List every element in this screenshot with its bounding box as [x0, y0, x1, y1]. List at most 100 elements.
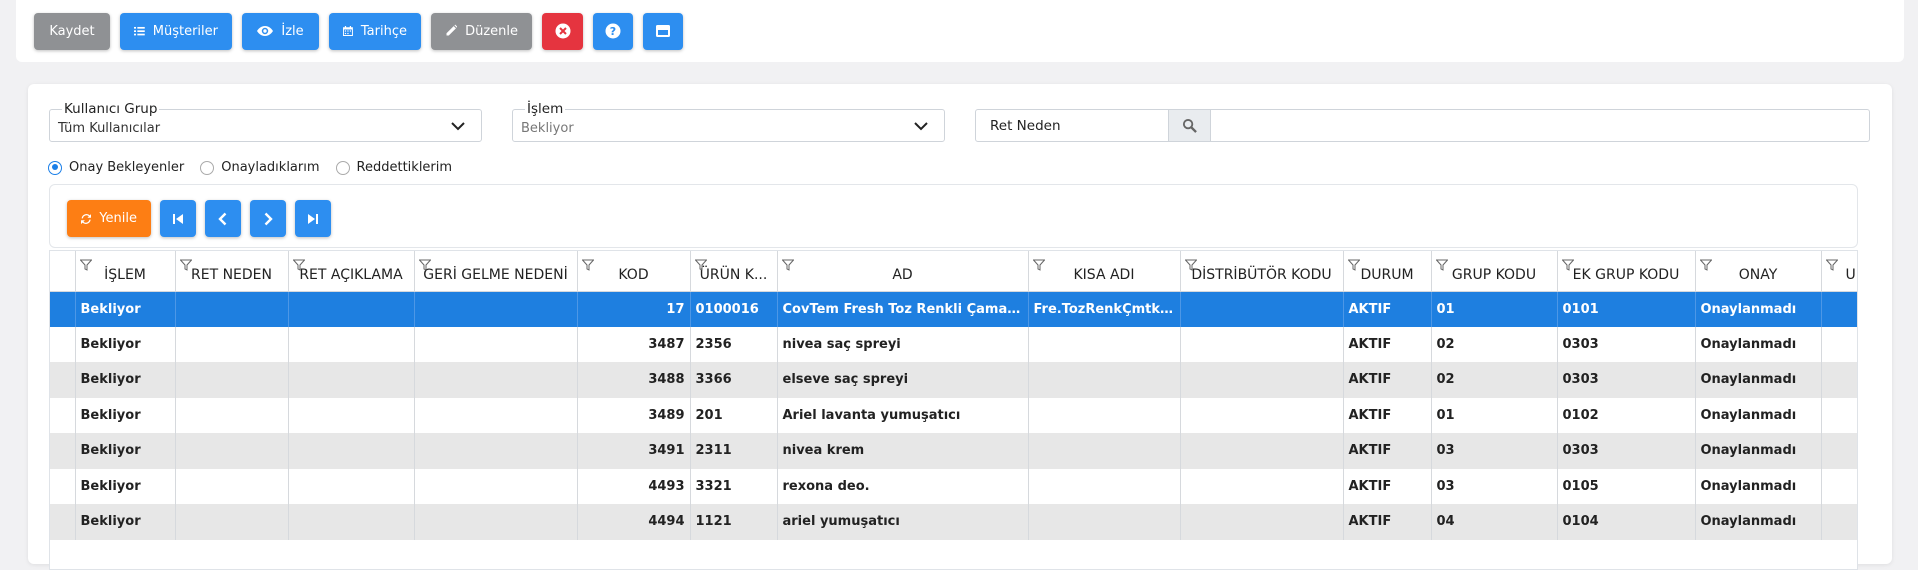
table-cell[interactable] — [1821, 433, 1857, 469]
table-cell[interactable]: 0303 — [1557, 362, 1696, 398]
table-cell[interactable]: 201 — [690, 397, 778, 433]
row-indicator[interactable] — [50, 326, 76, 362]
table-cell[interactable]: AKTIF — [1343, 397, 1432, 433]
table-cell[interactable] — [288, 433, 415, 469]
table-cell[interactable] — [1180, 468, 1344, 504]
table-cell[interactable]: AKTIF — [1343, 291, 1432, 327]
history-button[interactable]: Tarihçe — [329, 12, 421, 50]
table-cell[interactable]: 01 — [1431, 397, 1558, 433]
table-cell[interactable]: 02 — [1431, 326, 1558, 362]
table-row[interactable]: Bekliyor 4494 1121 ariel yumuşatıcı AKTIF 04 0… — [50, 504, 1857, 540]
table-cell[interactable] — [1028, 362, 1181, 398]
column-header[interactable]: RET AÇIKLAMA — [288, 251, 415, 292]
table-cell[interactable]: Onaylanmadı — [1695, 468, 1822, 504]
table-cell[interactable]: AKTIF — [1343, 326, 1432, 362]
table-cell[interactable] — [1180, 433, 1344, 469]
table-cell[interactable]: Bekliyor — [75, 362, 176, 398]
column-header[interactable]: EK GRUP KODU — [1557, 251, 1696, 292]
row-indicator[interactable] — [50, 397, 76, 433]
table-cell[interactable]: 0100016 — [690, 291, 778, 327]
table-cell[interactable] — [1180, 326, 1344, 362]
table-cell[interactable]: Onaylanmadı — [1695, 433, 1822, 469]
next-page-button[interactable] — [250, 200, 286, 237]
table-row[interactable]: Bekliyor 3489 201 Ariel lavanta yumuşatıcı A… — [50, 397, 1857, 433]
table-cell[interactable] — [1821, 362, 1857, 398]
table-cell[interactable]: Bekliyor — [75, 397, 176, 433]
table-cell[interactable]: 0102 — [1557, 397, 1696, 433]
table-cell[interactable] — [1028, 468, 1181, 504]
previous-page-button[interactable] — [205, 200, 241, 237]
row-indicator[interactable] — [50, 362, 76, 398]
customers-button[interactable]: Müşteriler — [120, 12, 232, 50]
column-header[interactable]: ÜRÜN K... — [690, 251, 778, 292]
help-button[interactable]: ? — [593, 12, 633, 50]
filter-icon[interactable] — [418, 259, 431, 271]
table-cell[interactable] — [1180, 362, 1344, 398]
table-cell[interactable]: Ariel lavanta yumuşatıcı — [777, 397, 1029, 433]
table-row[interactable]: Bekliyor 3487 2356 nivea saç spreyi AKTIF 02 0… — [50, 326, 1857, 362]
row-indicator[interactable] — [50, 433, 76, 469]
table-cell[interactable]: Onaylanmadı — [1695, 362, 1822, 398]
table-cell[interactable] — [1028, 326, 1181, 362]
filter-icon[interactable] — [1032, 259, 1045, 271]
table-cell[interactable]: AKTIF — [1343, 362, 1432, 398]
window-button[interactable] — [643, 12, 683, 50]
table-cell[interactable] — [175, 362, 289, 398]
table-cell[interactable]: 04 — [1431, 504, 1558, 540]
table-cell[interactable] — [1180, 291, 1344, 327]
table-cell[interactable] — [1028, 397, 1181, 433]
column-header[interactable]: RET NEDEN — [175, 251, 289, 292]
table-cell[interactable] — [414, 291, 578, 327]
table-cell[interactable] — [414, 504, 578, 540]
filter-icon[interactable] — [292, 259, 305, 271]
save-button[interactable]: Kaydet — [34, 12, 110, 50]
table-row[interactable]: Bekliyor 4493 3321 rexona deo. AKTIF 03 0105 On… — [50, 468, 1857, 504]
table-row[interactable]: Bekliyor 17 0100016 CovTem Fresh Toz Renkli… — [50, 291, 1857, 327]
table-cell[interactable]: Onaylanmadı — [1695, 504, 1822, 540]
table-cell[interactable]: ariel yumuşatıcı — [777, 504, 1029, 540]
table-cell[interactable] — [414, 326, 578, 362]
table-cell[interactable]: AKTIF — [1343, 433, 1432, 469]
table-cell[interactable]: Bekliyor — [75, 468, 176, 504]
table-cell[interactable]: Bekliyor — [75, 326, 176, 362]
delete-button[interactable] — [542, 12, 583, 50]
filter-icon[interactable] — [1825, 259, 1838, 271]
table-cell[interactable]: Bekliyor — [75, 291, 176, 327]
filter-icon[interactable] — [1699, 259, 1712, 271]
column-header[interactable]: DURUM — [1343, 251, 1432, 292]
edit-button[interactable]: Düzenle — [431, 12, 532, 50]
table-cell[interactable] — [175, 397, 289, 433]
table-cell[interactable]: 3491 — [577, 433, 691, 469]
column-header[interactable]: GRUP KODU — [1431, 251, 1558, 292]
table-cell[interactable]: 17 — [577, 291, 691, 327]
table-cell[interactable]: Onaylanmadı — [1695, 291, 1822, 327]
operation-select[interactable]: İşlem Bekliyor — [512, 102, 945, 142]
table-cell[interactable] — [288, 397, 415, 433]
row-indicator[interactable] — [50, 504, 76, 540]
table-cell[interactable] — [1821, 326, 1857, 362]
table-cell[interactable]: 2356 — [690, 326, 778, 362]
table-cell[interactable]: nivea saç spreyi — [777, 326, 1029, 362]
filter-icon[interactable] — [781, 259, 794, 271]
filter-icon[interactable] — [79, 259, 92, 271]
column-header[interactable]: DİSTRİBÜTÖR KODU — [1180, 251, 1344, 292]
table-cell[interactable]: nivea krem — [777, 433, 1029, 469]
column-header[interactable]: KISA ADI — [1028, 251, 1181, 292]
column-header[interactable]: ONAY — [1695, 251, 1822, 292]
row-indicator[interactable] — [50, 468, 76, 504]
table-cell[interactable]: AKTIF — [1343, 504, 1432, 540]
column-header[interactable]: U — [1821, 251, 1857, 292]
column-header[interactable]: GERİ GELME NEDENİ — [414, 251, 578, 292]
filter-icon[interactable] — [1435, 259, 1448, 271]
table-cell[interactable]: Bekliyor — [75, 504, 176, 540]
row-indicator[interactable] — [50, 291, 76, 327]
table-cell[interactable]: 4493 — [577, 468, 691, 504]
table-cell[interactable] — [1180, 397, 1344, 433]
table-cell[interactable]: CovTem Fresh Toz Renkli Çamaşır... — [777, 291, 1029, 327]
table-cell[interactable] — [1821, 468, 1857, 504]
table-cell[interactable]: 2311 — [690, 433, 778, 469]
table-cell[interactable]: 3488 — [577, 362, 691, 398]
table-cell[interactable] — [1821, 397, 1857, 433]
table-cell[interactable]: 0101 — [1557, 291, 1696, 327]
table-cell[interactable]: 3489 — [577, 397, 691, 433]
